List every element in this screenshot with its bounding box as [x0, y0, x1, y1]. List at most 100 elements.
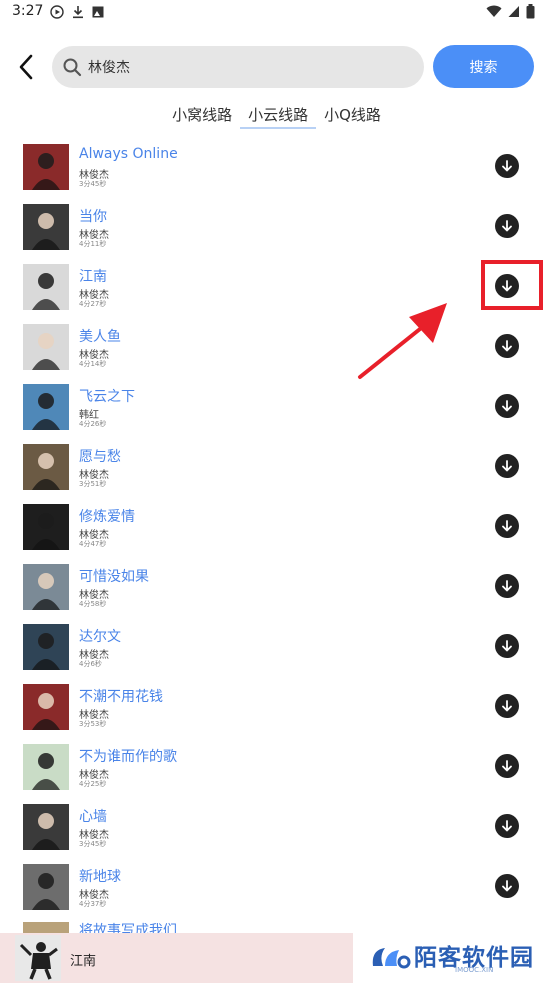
watermark-logo-icon	[372, 948, 411, 969]
search-button[interactable]: 搜索	[433, 45, 534, 88]
back-arrow-icon	[19, 54, 33, 80]
download-arrow-icon	[502, 220, 512, 232]
download-button[interactable]	[495, 694, 519, 718]
list-item[interactable]: 可惜没如果 林俊杰 4分58秒	[0, 556, 553, 616]
song-list: Always Online 林俊杰 3分45秒 当你 林俊杰 4分11秒 江南 林俊杰 4分27…	[0, 136, 553, 916]
album-cover	[23, 504, 69, 550]
download-button[interactable]	[495, 634, 519, 658]
list-item[interactable]: 新地球 林俊杰 4分37秒	[0, 856, 553, 916]
album-cover	[23, 144, 69, 190]
download-arrow-icon	[502, 880, 512, 892]
tab-xiaowo[interactable]: 小窝线路	[164, 100, 240, 128]
download-arrow-icon	[502, 700, 512, 712]
song-title: 美人鱼	[79, 329, 121, 345]
song-title: 心墙	[79, 809, 107, 825]
source-tabs: 小窝线路 小云线路 小Q线路	[0, 100, 553, 130]
album-cover	[23, 684, 69, 730]
tab-xiaoq[interactable]: 小Q线路	[316, 100, 389, 128]
list-item[interactable]: 心墙 林俊杰 3分45秒	[0, 796, 553, 856]
song-title: 达尔文	[79, 629, 121, 645]
list-item[interactable]: 当你 林俊杰 4分11秒	[0, 196, 553, 256]
player-panel[interactable]: 江南	[0, 933, 353, 983]
list-item[interactable]: 不潮不用花钱 林俊杰 3分53秒	[0, 676, 553, 736]
list-item[interactable]: 愿与愁 林俊杰 3分51秒	[0, 436, 553, 496]
song-duration: 4分27秒	[79, 300, 107, 308]
download-button[interactable]	[495, 454, 519, 478]
download-button[interactable]	[495, 394, 519, 418]
song-duration: 4分58秒	[79, 600, 107, 608]
mini-player[interactable]: 江南 陌客软件园 IMOOC.XIN	[0, 933, 553, 983]
battery-icon	[526, 4, 535, 19]
download-arrow-icon	[502, 160, 512, 172]
song-duration: 4分47秒	[79, 540, 107, 548]
download-arrow-icon	[502, 640, 512, 652]
annotation-arrow-icon	[358, 303, 447, 379]
album-cover	[23, 624, 69, 670]
song-title: 修炼爱情	[79, 509, 135, 525]
player-cover	[15, 935, 61, 981]
list-item[interactable]: 修炼爱情 林俊杰 4分47秒	[0, 496, 553, 556]
play-circle-icon	[50, 5, 64, 19]
status-icons-left	[50, 5, 104, 19]
album-cover	[23, 384, 69, 430]
download-button[interactable]	[495, 754, 519, 778]
download-button[interactable]	[495, 874, 519, 898]
player-title: 江南	[70, 954, 97, 969]
download-arrow-icon	[502, 820, 512, 832]
song-title: 愿与愁	[79, 449, 121, 465]
song-title: 当你	[79, 209, 107, 225]
wifi-icon	[486, 5, 502, 17]
song-title: Always Online	[79, 146, 178, 162]
list-item[interactable]: Always Online 林俊杰 3分45秒	[0, 136, 553, 196]
list-item[interactable]: 达尔文 林俊杰 4分6秒	[0, 616, 553, 676]
album-cover	[23, 444, 69, 490]
song-duration: 3分45秒	[79, 180, 107, 188]
album-cover	[23, 864, 69, 910]
song-title: 可惜没如果	[79, 569, 149, 585]
download-button[interactable]	[495, 814, 519, 838]
download-button[interactable]	[495, 514, 519, 538]
song-title: 不潮不用花钱	[79, 689, 163, 705]
download-arrow-icon	[502, 400, 512, 412]
album-cover	[23, 804, 69, 850]
song-duration: 4分6秒	[79, 660, 102, 668]
tab-xiaoyun[interactable]: 小云线路	[240, 100, 317, 129]
download-button[interactable]	[495, 334, 519, 358]
album-cover	[23, 564, 69, 610]
download-arrow-icon	[502, 460, 512, 472]
status-bar: 3:27	[0, 0, 553, 24]
list-item[interactable]: 美人鱼 林俊杰 4分14秒	[0, 316, 553, 376]
download-button[interactable]	[495, 214, 519, 238]
search-query: 林俊杰	[88, 60, 130, 76]
list-item[interactable]: 江南 林俊杰 4分27秒	[0, 256, 553, 316]
album-cover	[23, 324, 69, 370]
song-title: 不为谁而作的歌	[79, 749, 177, 765]
song-duration: 4分11秒	[79, 240, 107, 248]
song-duration: 4分14秒	[79, 360, 107, 368]
image-icon	[92, 6, 104, 18]
download-arrow-icon	[502, 520, 512, 532]
watermark: 陌客软件园 IMOOC.XIN	[353, 933, 553, 983]
status-time: 3:27	[12, 3, 44, 19]
song-duration: 3分45秒	[79, 840, 107, 848]
song-duration: 4分37秒	[79, 900, 107, 908]
download-button[interactable]	[495, 574, 519, 598]
download-arrow-icon	[502, 340, 512, 352]
signal-icon	[508, 6, 519, 17]
song-title: 江南	[79, 269, 107, 285]
song-duration: 3分51秒	[79, 480, 107, 488]
status-icons-right	[486, 4, 535, 19]
song-duration: 4分26秒	[79, 420, 107, 428]
back-button[interactable]	[12, 52, 40, 82]
song-title: 飞云之下	[79, 389, 135, 405]
album-cover	[23, 744, 69, 790]
list-item[interactable]: 不为谁而作的歌 林俊杰 4分25秒	[0, 736, 553, 796]
list-item[interactable]: 飞云之下 韩红 4分26秒	[0, 376, 553, 436]
search-input[interactable]: 林俊杰	[52, 46, 424, 88]
download-button[interactable]	[495, 154, 519, 178]
download-arrow-icon	[502, 580, 512, 592]
album-cover	[23, 264, 69, 310]
download-icon	[73, 6, 83, 19]
search-icon	[63, 58, 82, 77]
highlight-box	[481, 260, 543, 310]
